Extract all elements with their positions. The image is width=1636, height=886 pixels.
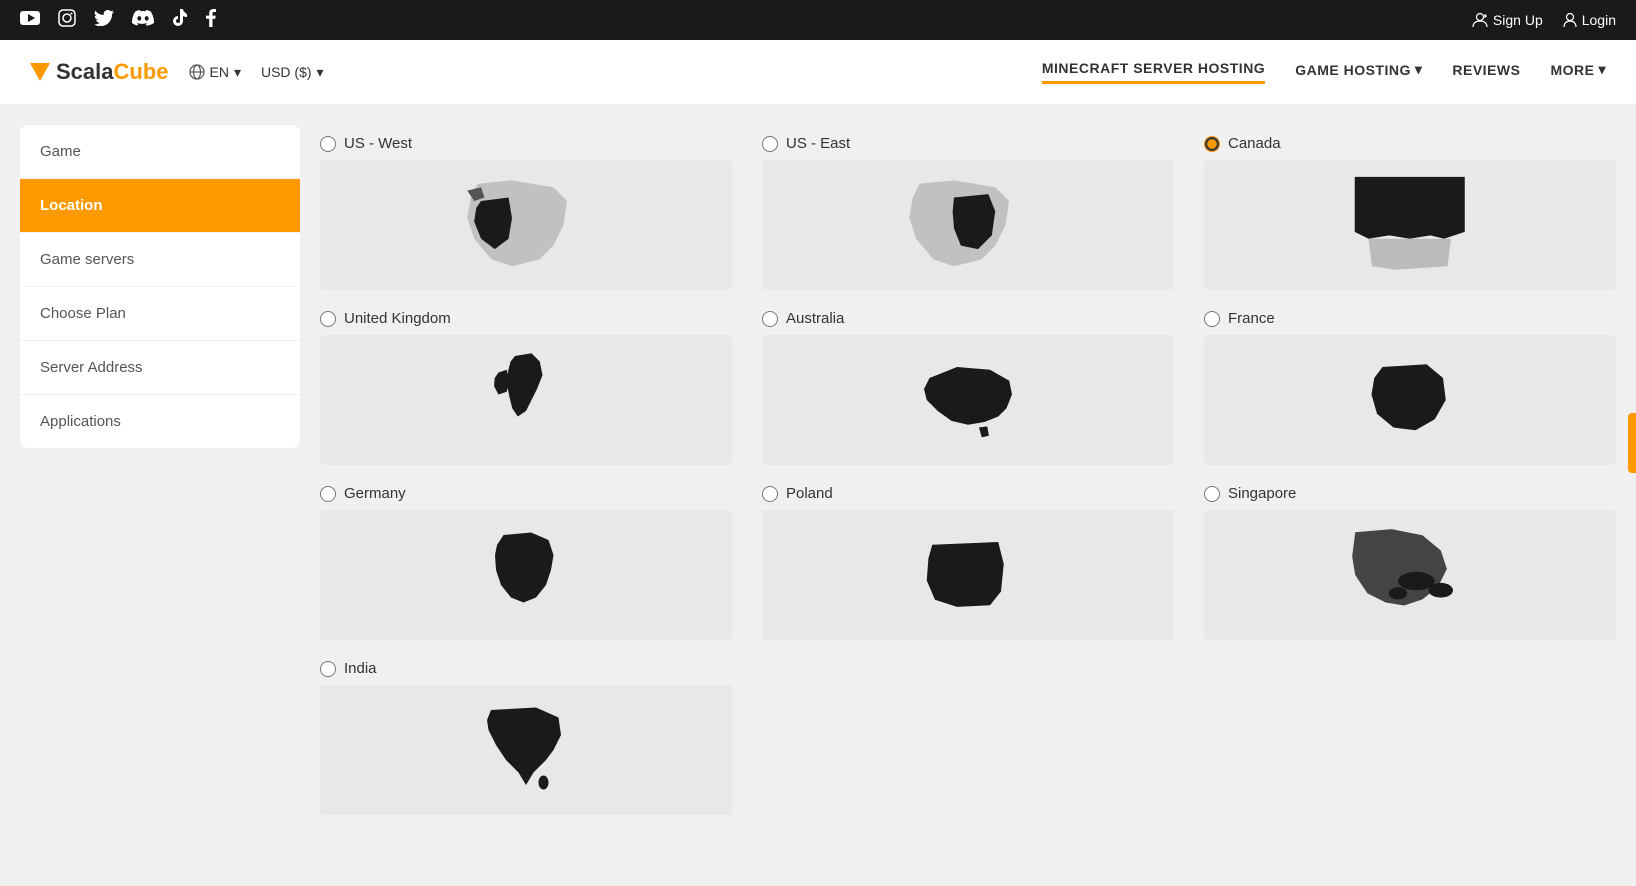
location-india-radio[interactable] — [320, 661, 336, 677]
discord-icon[interactable] — [132, 10, 154, 31]
location-india-label[interactable]: India — [320, 660, 732, 677]
location-singapore-label[interactable]: Singapore — [1204, 485, 1616, 502]
nav-links: MINECRAFT SERVER HOSTING GAME HOSTING ▾ … — [1042, 60, 1606, 84]
location-poland-radio[interactable] — [762, 486, 778, 502]
nav-reviews[interactable]: REVIEWS — [1452, 62, 1520, 83]
map-uk — [320, 335, 732, 465]
instagram-icon[interactable] — [58, 9, 76, 32]
map-france — [1204, 335, 1616, 465]
sidebar-item-server-address[interactable]: Server Address — [20, 341, 300, 395]
game-hosting-chevron-icon: ▾ — [1415, 61, 1423, 78]
location-australia-label[interactable]: Australia — [762, 310, 1174, 327]
signup-label: Sign Up — [1493, 12, 1543, 28]
sidebar: Game Location Game servers Choose Plan S… — [20, 125, 300, 448]
language-selector[interactable]: EN ▾ — [189, 64, 241, 81]
location-canada: Canada — [1204, 135, 1616, 290]
auth-links: Sign Up Login — [1472, 12, 1616, 28]
location-singapore: Singapore — [1204, 485, 1616, 640]
login-link[interactable]: Login — [1563, 12, 1616, 28]
map-us-west — [320, 160, 732, 290]
logo[interactable]: ScalaCube — [30, 59, 169, 85]
map-poland — [762, 510, 1174, 640]
location-france-label[interactable]: France — [1204, 310, 1616, 327]
lang-chevron-icon: ▾ — [234, 64, 241, 81]
social-icons — [20, 9, 216, 32]
map-germany — [320, 510, 732, 640]
currency-chevron-icon: ▾ — [317, 64, 324, 81]
location-france-radio[interactable] — [1204, 311, 1220, 327]
map-canada — [1204, 160, 1616, 290]
signup-link[interactable]: Sign Up — [1472, 12, 1543, 28]
main-nav: ScalaCube EN ▾ USD ($) ▾ MINECRAFT SERVE… — [0, 40, 1636, 105]
location-germany-radio[interactable] — [320, 486, 336, 502]
location-germany: Germany — [320, 485, 732, 640]
sidebar-item-applications[interactable]: Applications — [20, 395, 300, 448]
logo-cube: Cube — [114, 59, 169, 84]
location-grid: US - West US - East — [320, 135, 1616, 815]
facebook-icon[interactable] — [206, 9, 216, 32]
location-poland-label[interactable]: Poland — [762, 485, 1174, 502]
location-uk-label[interactable]: United Kingdom — [320, 310, 732, 327]
location-india: India — [320, 660, 732, 815]
nav-more[interactable]: MORE ▾ — [1550, 61, 1606, 83]
location-us-west-label[interactable]: US - West — [320, 135, 732, 152]
content-wrapper: Game Location Game servers Choose Plan S… — [0, 105, 1636, 886]
location-us-west: US - West — [320, 135, 732, 290]
currency-selector[interactable]: USD ($) ▾ — [261, 64, 324, 81]
social-bar: Sign Up Login — [0, 0, 1636, 40]
map-singapore — [1204, 510, 1616, 640]
location-france: France — [1204, 310, 1616, 465]
location-australia-radio[interactable] — [762, 311, 778, 327]
currency-label: USD ($) — [261, 64, 312, 80]
logo-triangle-icon — [30, 63, 50, 81]
sidebar-item-location[interactable]: Location — [20, 179, 300, 233]
youtube-icon[interactable] — [20, 11, 40, 30]
location-us-west-radio[interactable] — [320, 136, 336, 152]
location-uk: United Kingdom — [320, 310, 732, 465]
sidebar-item-choose-plan[interactable]: Choose Plan — [20, 287, 300, 341]
nav-minecraft-hosting[interactable]: MINECRAFT SERVER HOSTING — [1042, 60, 1265, 84]
location-us-east: US - East — [762, 135, 1174, 290]
location-us-east-radio[interactable] — [762, 136, 778, 152]
nav-left: ScalaCube EN ▾ USD ($) ▾ — [30, 59, 324, 85]
twitter-icon[interactable] — [94, 10, 114, 31]
location-australia: Australia — [762, 310, 1174, 465]
map-india — [320, 685, 732, 815]
location-content: US - West US - East — [320, 125, 1616, 866]
location-germany-label[interactable]: Germany — [320, 485, 732, 502]
scroll-hint — [1628, 413, 1636, 473]
location-canada-radio[interactable] — [1204, 136, 1220, 152]
login-label: Login — [1582, 12, 1616, 28]
map-australia — [762, 335, 1174, 465]
location-singapore-radio[interactable] — [1204, 486, 1220, 502]
location-poland: Poland — [762, 485, 1174, 640]
sidebar-item-game-servers[interactable]: Game servers — [20, 233, 300, 287]
tiktok-icon[interactable] — [172, 9, 188, 32]
sidebar-item-game[interactable]: Game — [20, 125, 300, 179]
more-chevron-icon: ▾ — [1598, 61, 1606, 78]
location-canada-label[interactable]: Canada — [1204, 135, 1616, 152]
language-label: EN — [210, 64, 229, 80]
logo-scala: Scala — [56, 59, 114, 84]
nav-game-hosting[interactable]: GAME HOSTING ▾ — [1295, 61, 1422, 83]
map-us-east — [762, 160, 1174, 290]
location-uk-radio[interactable] — [320, 311, 336, 327]
location-us-east-label[interactable]: US - East — [762, 135, 1174, 152]
